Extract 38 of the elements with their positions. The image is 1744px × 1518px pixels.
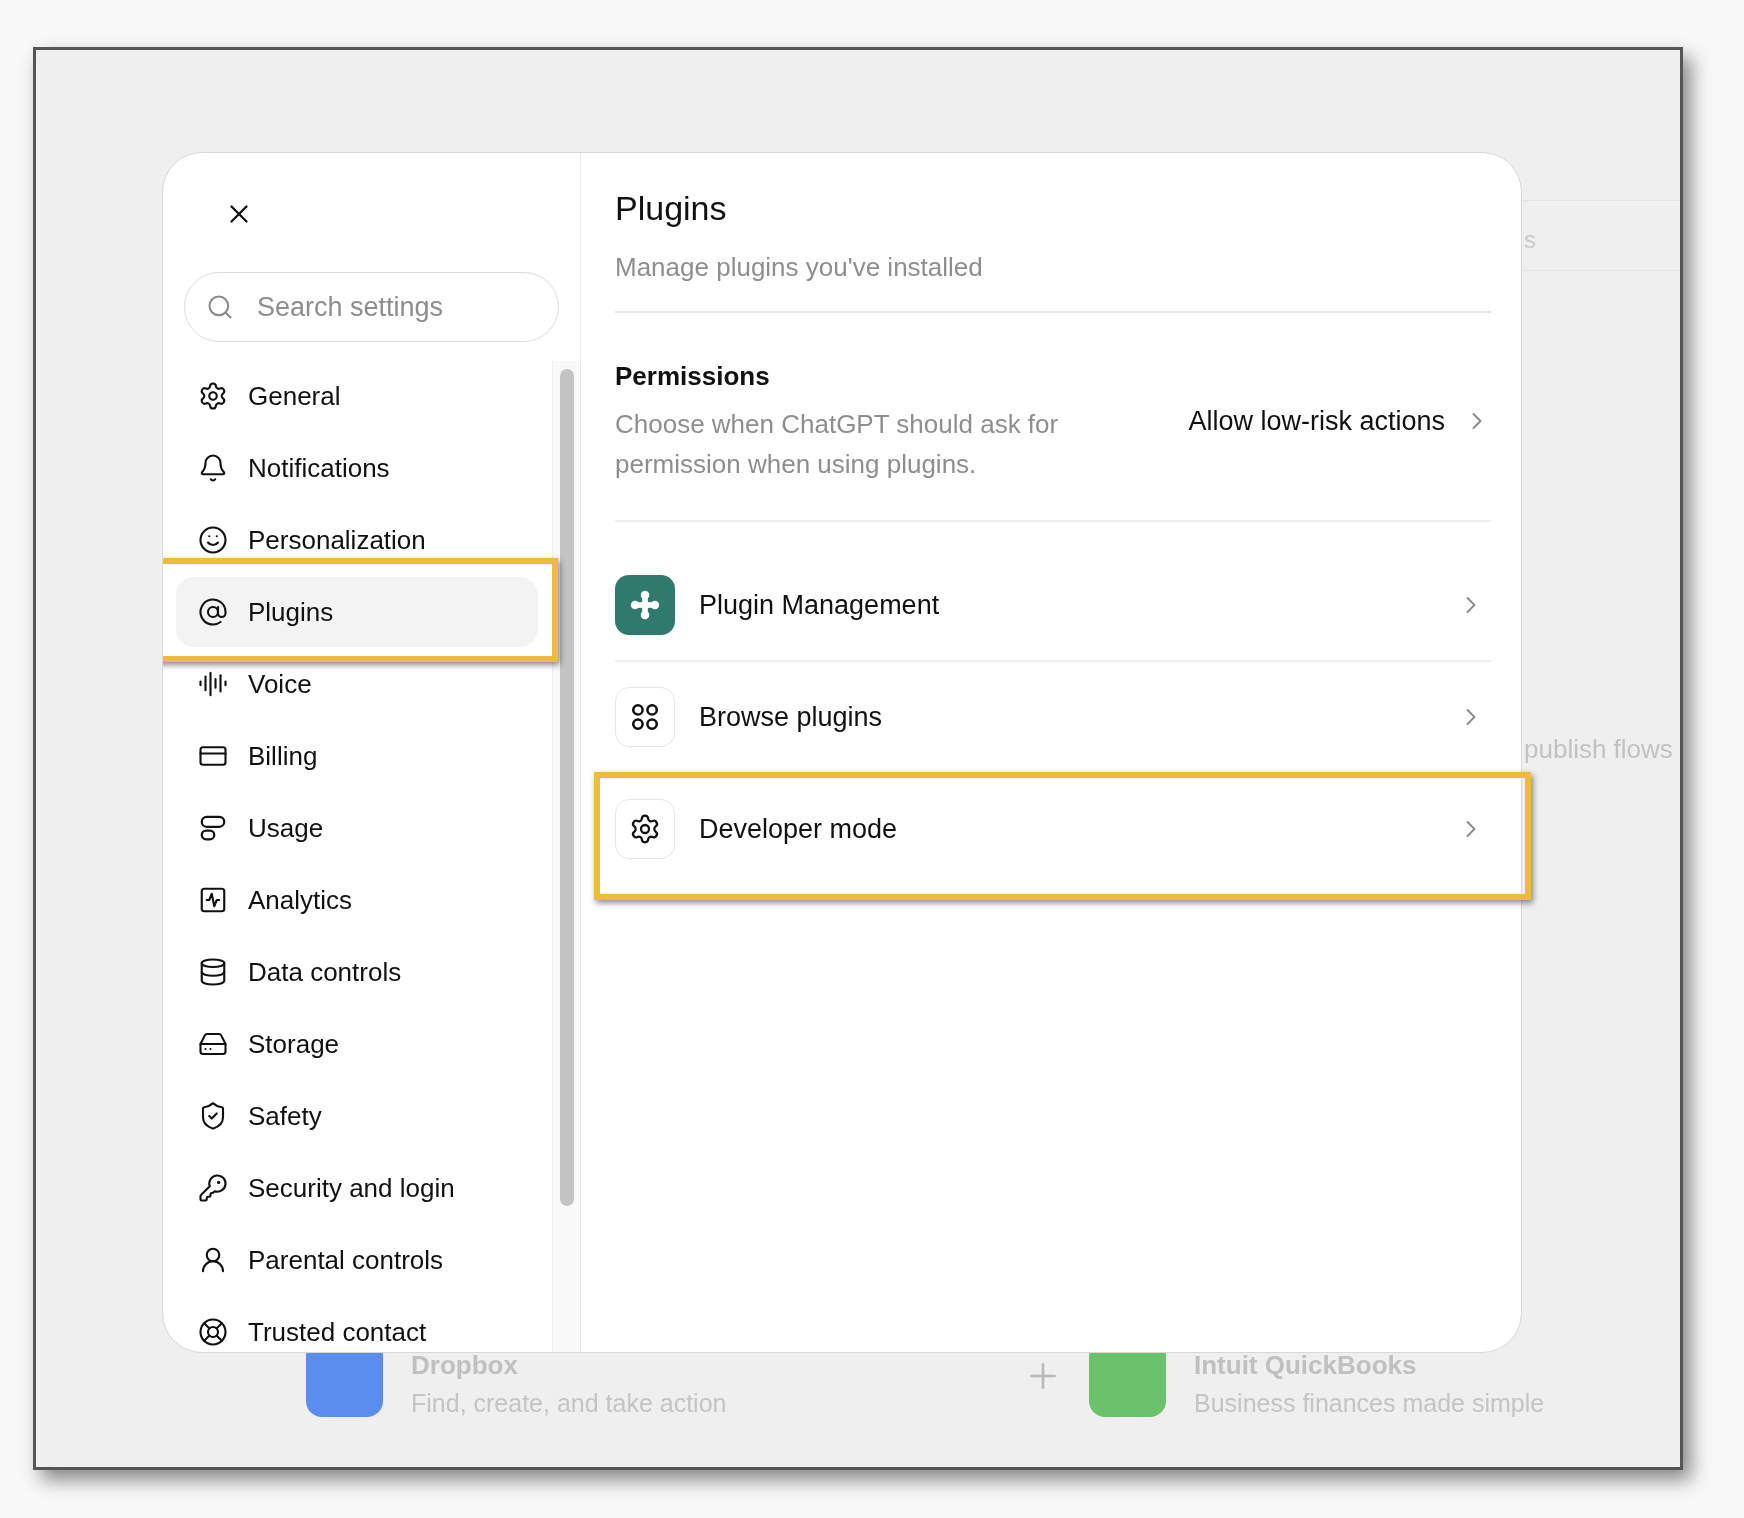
gear-icon	[198, 381, 228, 411]
waveform-icon	[198, 669, 228, 699]
usage-icon	[198, 813, 228, 843]
sidebar-item[interactable]: Safety	[176, 1081, 539, 1151]
gear-icon	[615, 799, 675, 859]
section-heading: Permissions	[615, 360, 771, 393]
scrollbar-thumb[interactable]	[559, 369, 574, 1206]
at-sign-icon	[198, 597, 228, 627]
panel-subtitle: Manage plugins you've installed	[615, 251, 984, 284]
lifebuoy-icon	[198, 1317, 228, 1347]
panel-title: Plugins	[615, 188, 728, 229]
sidebar-item[interactable]: Personalization	[176, 505, 539, 575]
sidebar-item[interactable]: Trusted contact	[176, 1297, 539, 1352]
key-icon	[198, 1173, 228, 1203]
settings-row[interactable]: Developer mode	[615, 774, 1491, 884]
sidebar-item[interactable]: Usage	[176, 793, 539, 863]
plugin-app-icon	[615, 575, 675, 635]
chart-icon	[198, 885, 228, 915]
settings-row[interactable]: Browse plugins	[615, 662, 1491, 772]
sidebar-item[interactable]: Voice	[176, 649, 539, 719]
sidebar-item[interactable]: Security and login	[176, 1153, 539, 1223]
sidebar-item[interactable]: Storage	[176, 1009, 539, 1079]
sidebar-item[interactable]: Analytics	[176, 865, 539, 935]
settings-row[interactable]: Plugin Management	[615, 550, 1491, 660]
sidebar-item[interactable]: Plugins	[176, 577, 539, 647]
database-icon	[198, 957, 228, 987]
sidebar-item[interactable]: Data controls	[176, 937, 539, 1007]
sidebar-item[interactable]: Parental controls	[176, 1225, 539, 1295]
bell-icon	[198, 453, 228, 483]
search-icon	[206, 293, 234, 321]
section-description: Choose when ChatGPT should ask for permission when using plugins.	[615, 408, 1060, 481]
search-field[interactable]: Search settings	[184, 272, 559, 342]
sidebar-item[interactable]: Billing	[176, 721, 539, 791]
smiley-icon	[198, 525, 228, 555]
grid-icon	[615, 687, 675, 747]
sidebar-item[interactable]: Notifications	[176, 433, 539, 503]
permission-selector[interactable]: Allow low-risk actions	[1188, 401, 1491, 442]
sidebar-item[interactable]: General	[176, 361, 539, 431]
